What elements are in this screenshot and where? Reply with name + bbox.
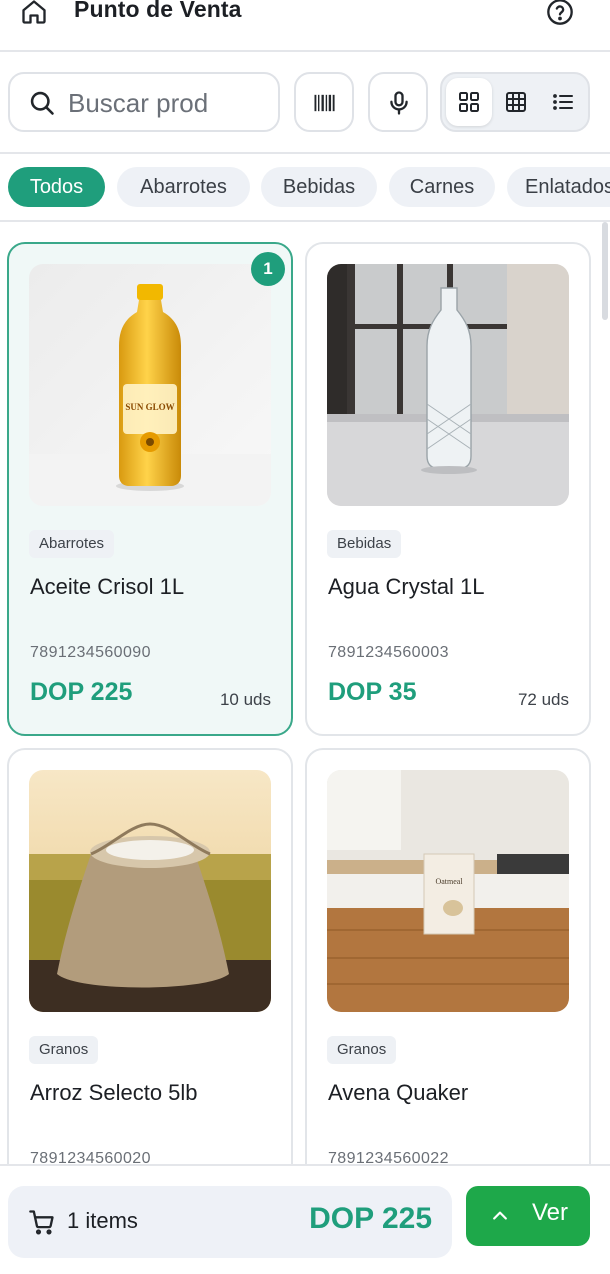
product-sku: 7891234560020 — [30, 1150, 151, 1164]
page-title: Punto de Venta — [74, 0, 242, 22]
chevron-up-icon — [493, 1211, 507, 1220]
app-header: Punto de Venta — [0, 0, 610, 52]
cart-items-count: 1 items — [67, 1208, 138, 1233]
grid-scrollbar[interactable] — [602, 222, 608, 320]
cart-quantity-badge: 1 — [251, 252, 285, 286]
product-sku: 7891234560090 — [30, 644, 151, 661]
grid-large-icon — [459, 92, 479, 112]
product-name: Aceite Crisol 1L — [30, 574, 185, 599]
search-toolbar — [0, 52, 610, 154]
product-price: DOP 35 — [328, 678, 417, 706]
product-image — [29, 770, 271, 1012]
product-stock: 10 uds — [219, 690, 271, 709]
rice-sack-photo — [29, 770, 271, 1012]
view-grid-large-button[interactable] — [446, 78, 492, 126]
category-chip-bebidas[interactable]: Bebidas — [261, 167, 377, 207]
category-chip-carnes[interactable]: Carnes — [389, 167, 495, 207]
view-cart-label: Ver — [532, 1199, 569, 1226]
microphone-icon — [390, 91, 408, 115]
product-category-tag: Granos — [29, 1036, 99, 1064]
product-sku: 7891234560022 — [328, 1150, 449, 1164]
product-category-tag: Abarrotes — [29, 530, 115, 558]
product-stock: 72 uds — [517, 690, 569, 709]
product-image: SUN GLOW — [29, 264, 271, 506]
product-sku: 7891234560003 — [328, 644, 449, 661]
view-mode-toggle — [440, 72, 590, 132]
product-card[interactable]: Granos Arroz Selecto 5lb 7891234560020 — [7, 748, 293, 1164]
barcode-scan-button[interactable] — [294, 72, 354, 132]
category-chip-enlatados[interactable]: Enlatados — [507, 167, 610, 207]
grid-small-icon — [506, 92, 526, 112]
view-list-button[interactable] — [540, 78, 586, 126]
product-grid: SUN GLOW 1 Abarrotes Aceite Crisol 1L 78… — [0, 222, 600, 1164]
search-box[interactable] — [8, 72, 280, 132]
voice-search-button[interactable] — [368, 72, 428, 132]
product-name: Agua Crystal 1L — [328, 574, 485, 599]
home-icon[interactable] — [20, 0, 48, 26]
category-chip-todos[interactable]: Todos — [8, 167, 105, 207]
product-card[interactable]: Bebidas Agua Crystal 1L 7891234560003 DO… — [305, 242, 591, 736]
help-circle-icon[interactable] — [546, 0, 574, 26]
product-image: Oatmeal — [327, 770, 569, 1012]
list-icon — [553, 94, 573, 110]
product-price: DOP 225 — [30, 678, 133, 706]
product-card[interactable]: SUN GLOW 1 Abarrotes Aceite Crisol 1L 78… — [7, 242, 293, 736]
product-category-tag: Granos — [327, 1036, 397, 1064]
view-grid-small-button[interactable] — [493, 78, 539, 126]
product-card[interactable]: Oatmeal Granos Avena Quaker 789123456002… — [305, 748, 591, 1164]
product-label-text: SUN GLOW — [125, 402, 174, 412]
oil-bottle-photo: SUN GLOW — [29, 264, 271, 506]
product-category-tag: Bebidas — [327, 530, 402, 558]
cart-summary[interactable]: 1 items DOP 225 — [8, 1186, 452, 1258]
category-chip-abarrotes[interactable]: Abarrotes — [117, 167, 250, 207]
cart-total: DOP 225 — [309, 1202, 432, 1235]
category-filter-bar: Todos Abarrotes Bebidas Carnes Enlatados — [0, 154, 610, 222]
product-image — [327, 264, 569, 506]
search-input[interactable] — [68, 84, 268, 122]
view-cart-button[interactable]: Ver — [466, 1186, 590, 1246]
product-label-text: Oatmeal — [435, 877, 463, 886]
barcode-icon — [314, 94, 335, 112]
glass-water-bottle-photo — [327, 264, 569, 506]
cart-bar: 1 items DOP 225 Ver — [0, 1164, 610, 1274]
product-name: Avena Quaker — [328, 1080, 469, 1105]
product-name: Arroz Selecto 5lb — [30, 1080, 198, 1105]
oatmeal-box-photo: Oatmeal — [327, 770, 569, 1012]
search-icon — [30, 91, 54, 115]
cart-icon — [29, 1210, 54, 1235]
